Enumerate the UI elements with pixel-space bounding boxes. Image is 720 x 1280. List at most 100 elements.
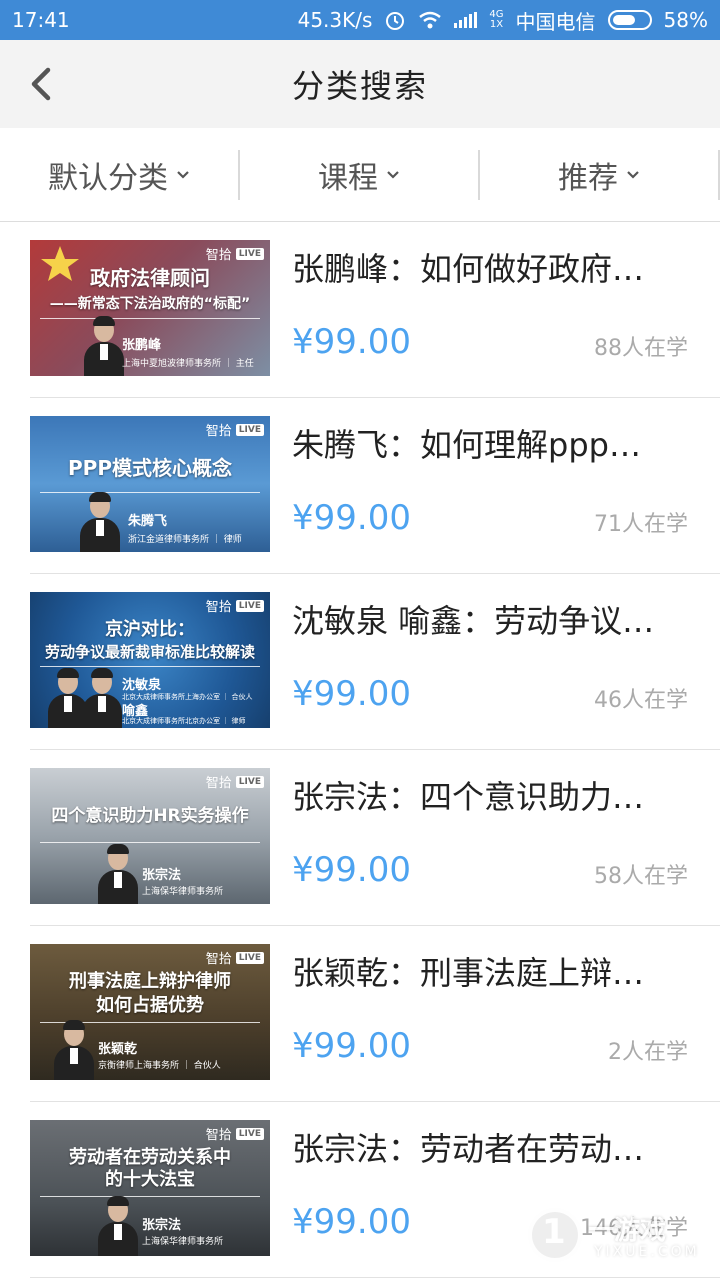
course-title: 沈敏泉 喻鑫：劳动争议… bbox=[292, 602, 655, 640]
course-list: 智拾 LIVE 政府法律顾问 ——新常态下法治政府的“标配” 张鹏峰 上海中夏旭波… bbox=[0, 222, 720, 1278]
status-indicators: 45.3K/s 4G 1X 中国电信 58% bbox=[298, 6, 708, 35]
thumb-brand-text: 智拾 bbox=[205, 424, 232, 439]
lecturer-photo bbox=[52, 1020, 96, 1080]
filter-sort[interactable]: 推荐 bbox=[480, 149, 720, 200]
live-badge: LIVE bbox=[235, 775, 264, 788]
status-bar: 17:41 45.3K/s 4G 1X 中国电信 58% bbox=[0, 0, 720, 40]
course-title: 张鹏峰：如何做好政府… bbox=[292, 250, 645, 288]
thumb-lecturer-firm: 上海保华律师事务所 bbox=[142, 1237, 224, 1247]
lecturer-photo bbox=[96, 844, 140, 904]
thumb-lecturer-firm: 浙江金道律师事务所 ｜ 律师 bbox=[128, 535, 242, 545]
course-students: 58人在学 bbox=[594, 864, 688, 889]
thumb-lecturer-firm: 京衡律师上海事务所 ｜ 合伙人 bbox=[98, 1061, 221, 1071]
title-bar: 分类搜索 bbox=[0, 40, 720, 128]
thumb-divider bbox=[40, 318, 260, 319]
thumb-caption: 四个意识助力HR实务操作 bbox=[51, 806, 249, 826]
thumb-caption: 京沪对比： bbox=[105, 619, 195, 640]
course-price: ¥99.00 bbox=[292, 850, 411, 890]
thumb-caption-sub: 的十大法宝 bbox=[105, 1169, 195, 1190]
course-students: 2人在学 bbox=[608, 1040, 688, 1065]
thumb-lecturer-name: 张鹏峰 bbox=[122, 338, 162, 353]
course-thumbnail: 智拾 LIVE 京沪对比： 劳动争议最新裁审标准比较解读 沈敏泉 北京大成律师事务… bbox=[30, 592, 270, 728]
page-title: 分类搜索 bbox=[291, 67, 428, 105]
lecturer-photo bbox=[82, 316, 126, 376]
wifi-icon bbox=[419, 11, 442, 29]
thumb-lecturer-name: 朱腾飞 bbox=[128, 514, 168, 529]
thumb-caption: 刑事法庭上辩护律师 bbox=[69, 971, 231, 992]
thumb-divider bbox=[40, 842, 260, 843]
lecturer-photo bbox=[96, 1196, 140, 1256]
course-item[interactable]: 智拾 LIVE 京沪对比： 劳动争议最新裁审标准比较解读 沈敏泉 北京大成律师事务… bbox=[30, 574, 720, 750]
course-item[interactable]: 智拾 LIVE 刑事法庭上辩护律师 如何占据优势 张颖乾 京衡律师上海事务所 ｜ … bbox=[30, 926, 720, 1102]
live-badge: LIVE bbox=[235, 1127, 264, 1140]
course-thumbnail: 智拾 LIVE 劳动者在劳动关系中 的十大法宝 张宗法 上海保华律师事务所 bbox=[30, 1120, 270, 1256]
carrier-name: 中国电信 bbox=[515, 9, 596, 34]
course-thumbnail: 智拾 LIVE 四个意识助力HR实务操作 张宗法 上海保华律师事务所 bbox=[30, 768, 270, 904]
thumb-caption-sub: 如何占据优势 bbox=[96, 995, 204, 1016]
thumb-brand-text: 智拾 bbox=[205, 776, 232, 791]
thumb-brand: 智拾 LIVE bbox=[206, 420, 264, 439]
live-badge: LIVE bbox=[235, 951, 264, 964]
course-title: 朱腾飞：如何理解ppp… bbox=[292, 426, 641, 464]
filter-category[interactable]: 默认分类 bbox=[0, 149, 240, 200]
thumb-lecturer-firm: 上海中夏旭波律师事务所 ｜ 主任 bbox=[122, 359, 254, 369]
course-students: 88人在学 bbox=[594, 336, 688, 361]
watermark-domain: YIXUE.COM bbox=[594, 1244, 700, 1260]
filter-type[interactable]: 课程 bbox=[240, 149, 480, 200]
thumb-lecturer-name: 张宗法 bbox=[142, 868, 182, 883]
thumb-brand-text: 智拾 bbox=[205, 1128, 232, 1143]
course-thumbnail: 智拾 LIVE 刑事法庭上辩护律师 如何占据优势 张颖乾 京衡律师上海事务所 ｜ … bbox=[30, 944, 270, 1080]
thumb-lecturer-name: 张颖乾 bbox=[98, 1042, 138, 1057]
lecturer-photo bbox=[78, 492, 122, 552]
course-title: 张宗法：四个意识助力… bbox=[292, 778, 645, 816]
network-type: 4G 1X bbox=[489, 10, 503, 30]
thumb-brand-text: 智拾 bbox=[205, 952, 232, 967]
status-time: 17:41 bbox=[12, 8, 70, 32]
lecturer-photo bbox=[80, 668, 124, 728]
thumb-brand: 智拾 LIVE bbox=[206, 244, 264, 263]
back-button[interactable] bbox=[22, 64, 62, 104]
course-title: 张宗法：劳动者在劳动… bbox=[292, 1130, 645, 1168]
live-badge: LIVE bbox=[235, 599, 264, 612]
thumb-caption-sub: 劳动争议最新裁审标准比较解读 bbox=[44, 643, 255, 661]
thumb-brand: 智拾 LIVE bbox=[206, 948, 264, 967]
chevron-down-icon bbox=[627, 170, 639, 179]
course-price: ¥99.00 bbox=[292, 1026, 411, 1066]
live-badge: LIVE bbox=[235, 423, 264, 436]
thumb-divider bbox=[40, 666, 260, 667]
course-price: ¥99.00 bbox=[292, 674, 411, 714]
filter-sort-label: 推荐 bbox=[558, 160, 618, 196]
filter-category-label: 默认分类 bbox=[48, 160, 168, 196]
chevron-left-icon bbox=[31, 67, 51, 101]
thumb-caption: 政府法律顾问 bbox=[90, 266, 210, 290]
thumb-brand: 智拾 LIVE bbox=[206, 1124, 264, 1143]
chevron-down-icon bbox=[177, 170, 189, 179]
watermark-number: 1 bbox=[542, 1212, 566, 1252]
course-price: ¥99.00 bbox=[292, 322, 411, 362]
course-price: ¥99.00 bbox=[292, 1202, 411, 1242]
thumb-caption: PPP模式核心概念 bbox=[68, 456, 232, 480]
course-thumbnail: 智拾 LIVE 政府法律顾问 ——新常态下法治政府的“标配” 张鹏峰 上海中夏旭波… bbox=[30, 240, 270, 376]
thumb-lecturer-name: 沈敏泉 bbox=[122, 678, 162, 693]
course-item[interactable]: 智拾 LIVE PPP模式核心概念 朱腾飞 浙江金道律师事务所 ｜ 律师 朱腾飞：… bbox=[30, 398, 720, 574]
thumb-brand-text: 智拾 bbox=[205, 600, 232, 615]
course-thumbnail: 智拾 LIVE PPP模式核心概念 朱腾飞 浙江金道律师事务所 ｜ 律师 bbox=[30, 416, 270, 552]
thumb-brand-text: 智拾 bbox=[205, 248, 232, 263]
chevron-down-icon bbox=[387, 170, 399, 179]
thumb-caption-sub: ——新常态下法治政府的“标配” bbox=[49, 296, 251, 312]
thumb-lecturer-firm: 北京大成律师事务所北京办公室 ｜ 律师 bbox=[122, 717, 246, 725]
thumb-divider bbox=[40, 492, 260, 493]
alarm-icon bbox=[386, 12, 405, 30]
course-title: 张颖乾：刑事法庭上辩… bbox=[292, 954, 645, 992]
network-speed: 45.3K/s bbox=[297, 8, 373, 32]
signal-icon bbox=[454, 12, 478, 28]
course-students: 46人在学 bbox=[594, 688, 688, 713]
watermark-text: 一游戏 bbox=[588, 1216, 667, 1246]
thumb-brand: 智拾 LIVE bbox=[206, 772, 264, 791]
thumb-brand: 智拾 LIVE bbox=[206, 596, 264, 615]
course-item[interactable]: 智拾 LIVE 政府法律顾问 ——新常态下法治政府的“标配” 张鹏峰 上海中夏旭波… bbox=[30, 222, 720, 398]
site-watermark: 1 一游戏 YIXUE.COM bbox=[528, 1204, 698, 1270]
course-item[interactable]: 智拾 LIVE 四个意识助力HR实务操作 张宗法 上海保华律师事务所 张宗法：四个… bbox=[30, 750, 720, 926]
live-badge: LIVE bbox=[235, 247, 264, 260]
filter-type-label: 课程 bbox=[318, 160, 378, 196]
